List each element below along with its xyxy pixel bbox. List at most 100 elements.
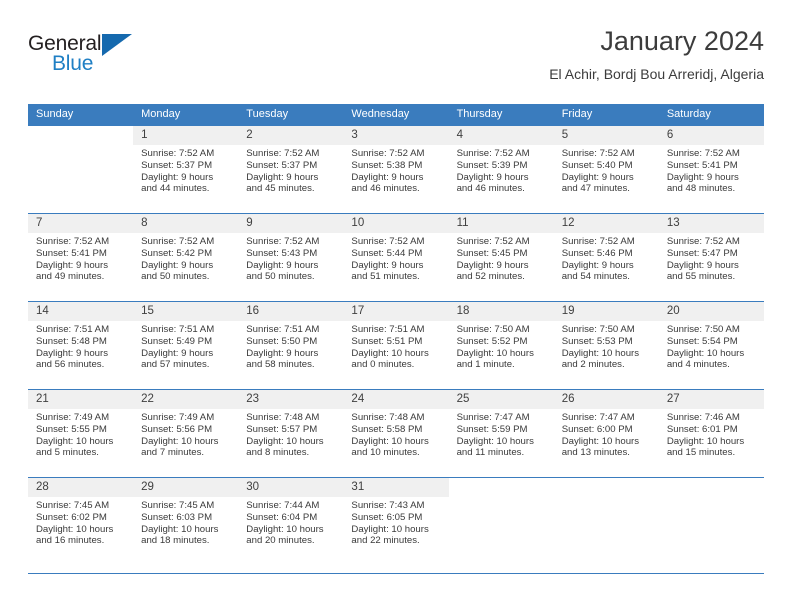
day-cell[interactable]: 20 Sunrise: 7:50 AM Sunset: 5:54 PM Dayligh… [658,301,764,390]
day-number: 13 [658,214,764,233]
day-sunset-text: Sunset: 5:50 PM [246,335,318,347]
calendar-header-row: Sunday Monday Tuesday Wednesday Thursday Frid… [28,104,764,126]
weekday-header-sunday: Sunday [28,104,134,126]
day-cell[interactable]: 21 Sunrise: 7:49 AM Sunset: 5:55 PM Dayligh… [28,389,134,478]
day-cell[interactable]: 31 Sunrise: 7:43 AM Sunset: 6:05 PM Dayligh… [343,477,449,566]
day-daylight1-text: Daylight: 10 hours [36,435,114,447]
day-daylight2-text: and 44 minutes. [141,183,210,195]
day-info: Sunrise: 7:52 AM Sunset: 5:41 PM Daylight:… [659,145,764,195]
day-cell[interactable]: 3 Sunrise: 7:52 AM Sunset: 5:38 PM Daylight… [343,125,449,214]
day-cell[interactable]: 19 Sunrise: 7:50 AM Sunset: 5:53 PM Dayligh… [553,301,659,390]
day-sunrise-text: Sunrise: 7:52 AM [666,148,740,159]
day-cell[interactable]: 1 Sunrise: 7:52 AM Sunset: 5:37 PM Daylight… [133,125,239,214]
day-cell[interactable]: 14 Sunrise: 7:51 AM Sunset: 5:48 PM Dayligh… [28,301,134,390]
day-number: 3 [343,126,449,145]
day-sunset-text: Sunset: 5:43 PM [246,247,318,259]
day-sunset-text: Sunset: 6:03 PM [141,511,213,523]
day-cell[interactable]: 2 Sunrise: 7:52 AM Sunset: 5:37 PM Daylight… [238,125,344,214]
day-info: Sunrise: 7:52 AM Sunset: 5:37 PM Daylight:… [133,145,238,195]
general-blue-logo[interactable]: General Blue [28,32,148,80]
day-cell[interactable]: 23 Sunrise: 7:48 AM Sunset: 5:57 PM Dayligh… [238,389,344,478]
day-info: Sunrise: 7:52 AM Sunset: 5:47 PM Daylight:… [659,233,764,283]
day-sunrise-text: Sunrise: 7:43 AM [351,500,425,511]
day-number: 5 [553,126,659,145]
day-info: Sunrise: 7:50 AM Sunset: 5:54 PM Daylight:… [659,321,764,371]
day-cell[interactable]: 16 Sunrise: 7:51 AM Sunset: 5:50 PM Dayligh… [238,301,344,390]
day-info: Sunrise: 7:51 AM Sunset: 5:49 PM Daylight:… [133,321,238,371]
day-cell[interactable]: 13 Sunrise: 7:52 AM Sunset: 5:47 PM Dayligh… [658,213,764,302]
day-sunset-text: Sunset: 5:55 PM [36,423,107,435]
day-sunrise-text: Sunrise: 7:51 AM [246,324,320,335]
day-cell[interactable]: 26 Sunrise: 7:47 AM Sunset: 6:00 PM Dayligh… [553,389,659,478]
day-daylight2-text: and 16 minutes. [36,535,105,547]
day-daylight1-text: Daylight: 10 hours [351,347,429,359]
day-cell[interactable]: 11 Sunrise: 7:52 AM Sunset: 5:45 PM Dayligh… [448,213,554,302]
page-title: January 2024 [600,26,764,56]
day-sunset-text: Sunset: 5:40 PM [561,159,633,171]
day-cell[interactable]: 9 Sunrise: 7:52 AM Sunset: 5:43 PM Daylight… [238,213,344,302]
day-cell[interactable]: 10 Sunrise: 7:52 AM Sunset: 5:44 PM Dayligh… [343,213,449,302]
day-cell[interactable]: 29 Sunrise: 7:45 AM Sunset: 6:03 PM Dayligh… [133,477,239,566]
weekday-header-monday: Monday [133,104,239,126]
day-number: 7 [28,214,134,233]
page-header: General Blue January 2024 El Achir, Bord… [28,24,764,96]
day-cell[interactable]: 4 Sunrise: 7:52 AM Sunset: 5:39 PM Daylight… [448,125,554,214]
day-number: 27 [658,390,764,409]
calendar-bottom-rule [28,573,764,574]
day-info: Sunrise: 7:52 AM Sunset: 5:45 PM Daylight:… [449,233,554,283]
logo-triangle-icon [102,34,132,56]
calendar-week-row: 21 Sunrise: 7:49 AM Sunset: 5:55 PM Dayligh… [28,389,764,478]
day-sunrise-text: Sunrise: 7:51 AM [36,324,110,335]
day-daylight1-text: Daylight: 9 hours [36,259,108,271]
day-daylight1-text: Daylight: 9 hours [561,259,634,271]
day-cell[interactable]: 5 Sunrise: 7:52 AM Sunset: 5:40 PM Daylight… [553,125,659,214]
day-info: Sunrise: 7:45 AM Sunset: 6:03 PM Daylight:… [133,497,238,547]
day-cell[interactable]: 25 Sunrise: 7:47 AM Sunset: 5:59 PM Dayligh… [448,389,554,478]
day-sunrise-text: Sunrise: 7:50 AM [561,324,635,335]
day-cell[interactable]: 6 Sunrise: 7:52 AM Sunset: 5:41 PM Daylight… [658,125,764,214]
day-sunset-text: Sunset: 5:56 PM [141,423,213,435]
day-sunrise-text: Sunrise: 7:46 AM [666,412,740,423]
day-cell[interactable]: 7 Sunrise: 7:52 AM Sunset: 5:41 PM Daylight… [28,213,134,302]
calendar-week-row: 28 Sunrise: 7:45 AM Sunset: 6:02 PM Dayligh… [28,477,764,566]
day-cell[interactable]: 28 Sunrise: 7:45 AM Sunset: 6:02 PM Dayligh… [28,477,134,566]
day-sunrise-text: Sunrise: 7:52 AM [561,148,635,159]
day-daylight2-text: and 13 minutes. [561,447,630,459]
day-cell[interactable]: 18 Sunrise: 7:50 AM Sunset: 5:52 PM Dayligh… [448,301,554,390]
day-sunrise-text: Sunrise: 7:52 AM [456,148,530,159]
day-cell[interactable]: 27 Sunrise: 7:46 AM Sunset: 6:01 PM Dayligh… [658,389,764,478]
day-info: Sunrise: 7:47 AM Sunset: 6:00 PM Daylight:… [554,409,659,459]
day-number [553,478,659,497]
day-cell[interactable]: 30 Sunrise: 7:44 AM Sunset: 6:04 PM Dayligh… [238,477,344,566]
day-daylight2-text: and 7 minutes. [141,447,205,459]
day-cell[interactable]: 12 Sunrise: 7:52 AM Sunset: 5:46 PM Dayligh… [553,213,659,302]
day-number: 16 [238,302,344,321]
day-info: Sunrise: 7:52 AM Sunset: 5:41 PM Daylight:… [28,233,133,283]
day-cell[interactable]: 15 Sunrise: 7:51 AM Sunset: 5:49 PM Dayligh… [133,301,239,390]
day-sunrise-text: Sunrise: 7:48 AM [351,412,425,423]
day-daylight2-text: and 56 minutes. [36,359,105,371]
day-sunset-text: Sunset: 5:44 PM [351,247,423,259]
day-daylight1-text: Daylight: 9 hours [666,259,739,271]
day-daylight1-text: Daylight: 10 hours [141,523,219,535]
day-sunset-text: Sunset: 5:47 PM [666,247,738,259]
day-sunset-text: Sunset: 6:00 PM [561,423,633,435]
day-number [448,478,554,497]
calendar-week-row: 7 Sunrise: 7:52 AM Sunset: 5:41 PM Daylight… [28,213,764,302]
day-daylight2-text: and 11 minutes. [456,447,525,459]
day-daylight2-text: and 15 minutes. [666,447,736,459]
day-sunset-text: Sunset: 5:41 PM [666,159,738,171]
day-number: 21 [28,390,134,409]
day-sunset-text: Sunset: 5:38 PM [351,159,423,171]
day-daylight1-text: Daylight: 9 hours [246,171,319,183]
day-cell[interactable]: 24 Sunrise: 7:48 AM Sunset: 5:58 PM Dayligh… [343,389,449,478]
day-daylight1-text: Daylight: 9 hours [351,259,424,271]
day-cell[interactable]: 22 Sunrise: 7:49 AM Sunset: 5:56 PM Dayligh… [133,389,239,478]
day-cell[interactable]: 8 Sunrise: 7:52 AM Sunset: 5:42 PM Daylight… [133,213,239,302]
day-cell[interactable]: 17 Sunrise: 7:51 AM Sunset: 5:51 PM Dayligh… [343,301,449,390]
day-number: 4 [448,126,554,145]
day-number: 24 [343,390,449,409]
day-daylight2-text: and 55 minutes. [666,271,736,283]
title-block: January 2024 El Achir, Bordj Bou Arrerid… [549,24,764,84]
day-daylight2-text: and 18 minutes. [141,535,210,547]
